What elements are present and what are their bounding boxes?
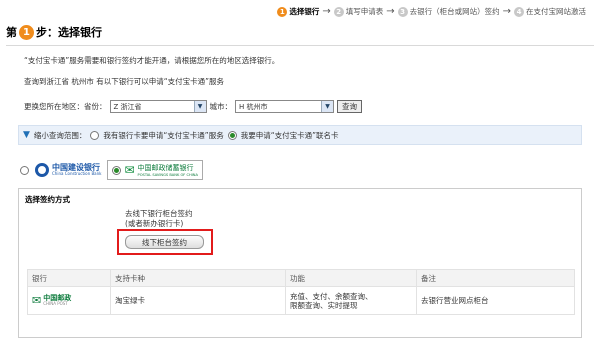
bank-ccb-logo[interactable]: 中国建设银行 China Construction Bank <box>35 163 101 177</box>
step-label: 去银行（柜台或网站）签约 <box>409 7 500 16</box>
step-4: 4 在支付宝网站激活 <box>514 6 586 17</box>
sign-method-title: 选择签约方式 <box>25 195 70 204</box>
table-cell-bank: ✉ 中国邮政 CHINA POST <box>27 286 111 315</box>
step-2: 2 填写申请表 <box>333 6 384 17</box>
city-label: 城市： <box>209 102 233 111</box>
arrow-right-icon: → <box>322 5 331 17</box>
offline-desc-line2: (或者新办银行卡) <box>125 219 184 228</box>
offline-sign-button[interactable]: 线下柜台签约 <box>125 235 204 249</box>
title-prefix: 第 <box>6 26 17 39</box>
bank-psbc-option[interactable]: ✉ 中国邮政储蓄银行 POSTAL SAVINGS BANK OF CHINA <box>107 160 203 180</box>
step-1: 1 选择银行 <box>277 6 319 17</box>
step-indicator: 1 选择银行 → 2 填写申请表 → 3 去银行（柜台或网站）签约 → 4 在支… <box>277 6 586 17</box>
region-selector: 更换您所在地区：省份： Z 浙江省 ▼ 城市： H 杭州市 ▼ 查询 <box>24 100 362 113</box>
step-3: 3 去银行（柜台或网站）签约 <box>397 6 500 17</box>
chevron-down-icon: ▼ <box>193 101 206 112</box>
func-line2: 限额查询、实时提现 <box>290 300 358 310</box>
func-line1: 充值、支付、余额查询、 <box>290 291 373 301</box>
step-number: 2 <box>333 6 344 17</box>
city-value: H 杭州市 <box>239 102 268 111</box>
service-notice: “支付宝卡通”服务需要和银行签约才能开通，请根据您所在的地区选择银行。 <box>24 56 280 65</box>
table-header: 支持卡种 <box>110 269 286 287</box>
bank-psbc-radio[interactable] <box>112 165 122 175</box>
divider <box>6 45 594 46</box>
offline-desc-line1: 去线下银行柜台签约 <box>125 209 193 218</box>
step-number: 1 <box>277 6 288 17</box>
filter-option1-label[interactable]: 我有银行卡要申请“支付宝卡通”服务 <box>103 130 223 141</box>
filter-label: 缩小查询范围： <box>33 130 87 140</box>
arrow-right-icon: → <box>502 5 511 17</box>
page-title: 第 1 步：选择银行 <box>6 24 102 40</box>
step-label: 选择银行 <box>289 7 320 16</box>
row-bank-en: CHINA POST <box>43 301 68 306</box>
title-suffix: 步：选择银行 <box>36 26 102 39</box>
province-select[interactable]: Z 浙江省 ▼ <box>109 100 207 113</box>
chevron-down-icon: ▼ <box>321 101 333 112</box>
bank-table: 银行 支持卡种 功能 备注 ✉ 中国邮政 CHINA POST 淘宝绿卡 充值、… <box>27 269 575 315</box>
ccb-logo-icon <box>35 163 49 177</box>
step-number: 4 <box>514 6 524 17</box>
table-cell-remark: 去银行营业网点柜台 <box>416 286 575 315</box>
table-header: 银行 <box>27 269 111 287</box>
table-cell-func: 充值、支付、余额查询、 限额查询、实时提现 <box>285 286 417 315</box>
step-label: 在支付宝网站激活 <box>526 7 586 16</box>
query-button[interactable]: 查询 <box>337 100 362 113</box>
funnel-icon: ▼ <box>23 130 30 140</box>
city-select[interactable]: H 杭州市 ▼ <box>235 100 334 113</box>
filter-bar: ▼ 缩小查询范围： 我有银行卡要申请“支付宝卡通”服务 我要申请“支付宝卡通”联… <box>18 125 582 145</box>
offline-desc: 去线下银行柜台签约 (或者新办银行卡) <box>125 209 193 229</box>
table-header: 功能 <box>285 269 417 287</box>
bank-psbc-en: POSTAL SAVINGS BANK OF CHINA <box>137 173 198 177</box>
table-row: ✉ 中国邮政 CHINA POST 淘宝绿卡 充值、支付、余额查询、 限额查询、… <box>27 286 575 315</box>
bank-psbc-name: 中国邮政储蓄银行 <box>137 164 194 172</box>
title-step-number: 1 <box>19 24 34 40</box>
bank-ccb-en: China Construction Bank <box>52 171 102 176</box>
step-number: 3 <box>397 6 408 17</box>
table-header: 备注 <box>416 269 575 287</box>
filter-option1-radio[interactable] <box>90 130 100 140</box>
psbc-logo-icon: ✉ <box>124 163 135 177</box>
arrow-right-icon: → <box>386 5 395 17</box>
table-header-row: 银行 支持卡种 功能 备注 <box>27 269 575 287</box>
province-value: Z 浙江省 <box>113 102 142 111</box>
region-result: 查询到浙江省 杭州市 有以下银行可以申请“支付宝卡通”服务 <box>24 77 225 86</box>
bank-list: 中国建设银行 China Construction Bank ✉ 中国邮政储蓄银… <box>20 160 203 180</box>
filter-option2-label[interactable]: 我要申请“支付宝卡通”联名卡 <box>241 130 339 141</box>
china-post-logo-icon: ✉ <box>32 294 42 307</box>
region-label: 更换您所在地区：省份： <box>24 102 107 111</box>
bank-ccb-radio[interactable] <box>20 165 29 175</box>
sign-method-panel: 选择签约方式 去线下银行柜台签约 (或者新办银行卡) 线下柜台签约 银行 支持卡… <box>18 188 582 338</box>
step-label: 填写申请表 <box>345 7 384 16</box>
table-cell-card: 淘宝绿卡 <box>110 286 286 315</box>
filter-option2-radio[interactable] <box>227 130 237 140</box>
